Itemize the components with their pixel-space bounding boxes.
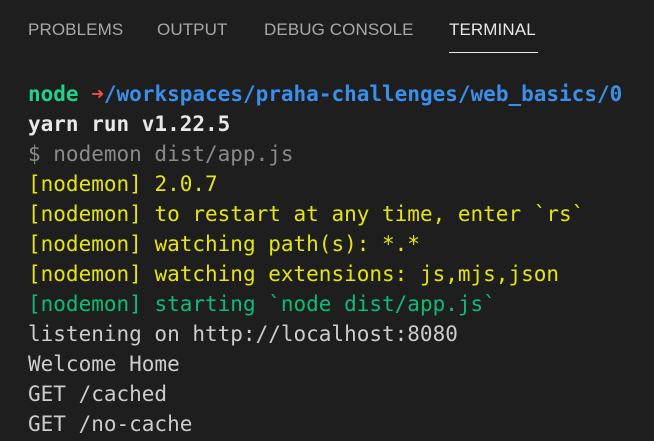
active-tab-indicator: [449, 52, 538, 53]
nodemon-text: 2.0.7: [141, 172, 218, 196]
nodemon-tag: [nodemon]: [28, 262, 142, 286]
tab-problems[interactable]: PROBLEMS: [28, 20, 123, 40]
nodemon-text: watching extensions: js,mjs,json: [141, 262, 560, 286]
prompt-arrow-icon: ➜: [91, 82, 104, 106]
tab-output[interactable]: OUTPUT: [157, 20, 227, 40]
tab-debug-console[interactable]: DEBUG CONSOLE: [264, 20, 414, 40]
prompt-line: node ➜/workspaces/praha-challenges/web_b…: [28, 79, 622, 109]
nodemon-line: [nodemon] watching extensions: js,mjs,js…: [28, 259, 559, 289]
output-line: GET /cached: [28, 382, 168, 406]
output-line: GET /no-cache: [28, 412, 193, 436]
nodemon-tag: [nodemon]: [28, 172, 142, 196]
nodemon-line: [nodemon] 2.0.7: [28, 169, 218, 199]
yarn-version-line: yarn run v1.22.5: [28, 112, 231, 136]
terminal-panel: PROBLEMS OUTPUT DEBUG CONSOLE TERMINAL n…: [0, 0, 654, 441]
nodemon-starting-line: [nodemon] starting `node dist/app.js`: [28, 289, 496, 319]
prompt-path: /workspaces/praha-challenges/web_basics/…: [103, 82, 623, 106]
nodemon-tag: [nodemon]: [28, 292, 142, 316]
nodemon-line: [nodemon] watching path(s): *.*: [28, 229, 420, 259]
nodemon-line: [nodemon] to restart at any time, enter …: [28, 199, 584, 229]
nodemon-tag: [nodemon]: [28, 202, 142, 226]
panel-tab-bar: PROBLEMS OUTPUT DEBUG CONSOLE TERMINAL: [0, 0, 654, 62]
nodemon-text: starting `node dist/app.js`: [141, 292, 496, 316]
nodemon-text: watching path(s): *.*: [141, 232, 420, 256]
nodemon-text: to restart at any time, enter `rs`: [141, 202, 585, 226]
nodemon-tag: [nodemon]: [28, 232, 142, 256]
terminal-output[interactable]: node ➜/workspaces/praha-challenges/web_b…: [0, 62, 654, 441]
output-line: listening on http://localhost:8080: [28, 322, 458, 346]
prompt-user: node: [28, 82, 79, 106]
command-line: $ nodemon dist/app.js: [28, 142, 294, 166]
output-line: Welcome Home: [28, 352, 180, 376]
tab-terminal[interactable]: TERMINAL: [449, 20, 536, 40]
